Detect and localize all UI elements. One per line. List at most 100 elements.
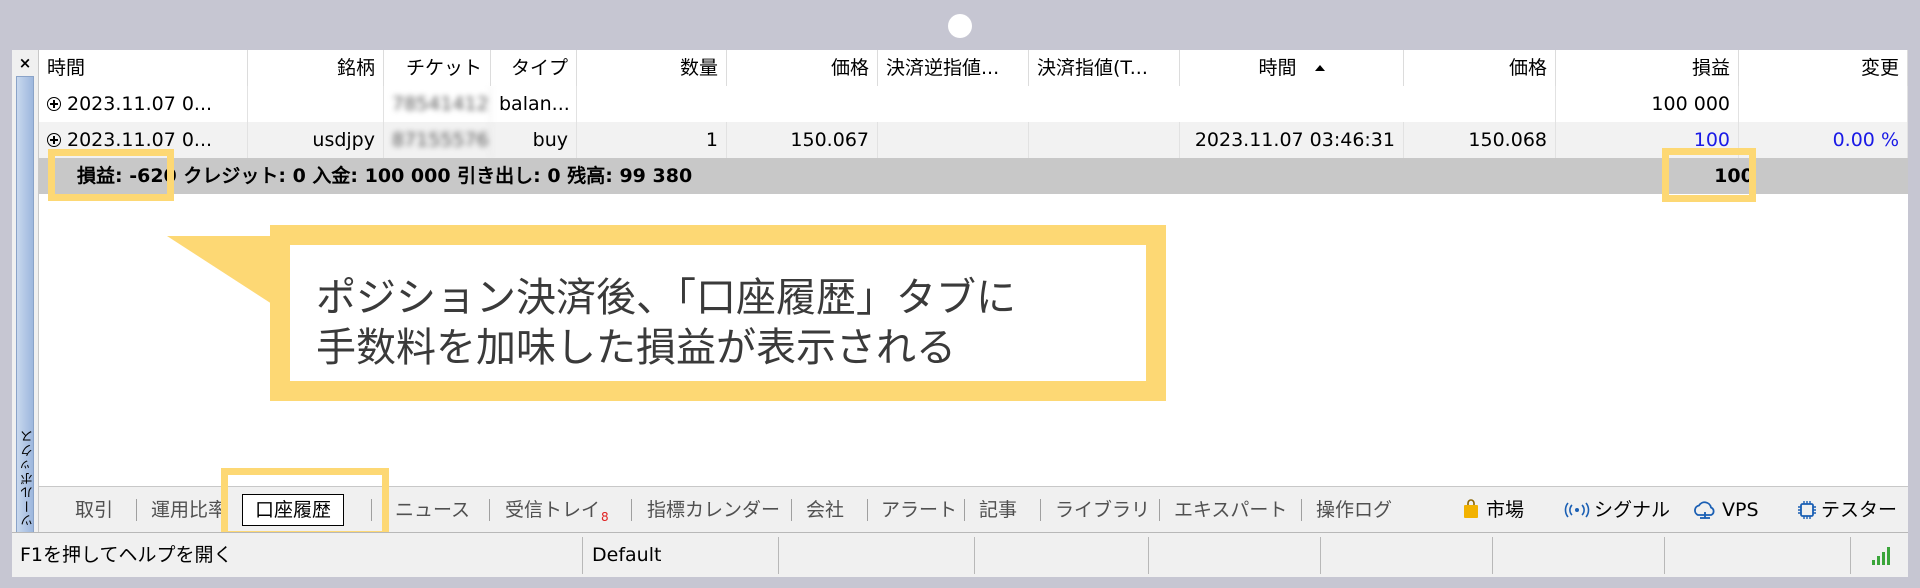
tab-library[interactable]: ライブラリ: [1055, 495, 1150, 525]
highlight-profit-box: [48, 149, 174, 201]
tab-calendar[interactable]: 指標カレンダー: [647, 495, 780, 525]
toolbox-label: ツールボックス: [21, 429, 36, 527]
status-separator: [1320, 537, 1321, 574]
tab-mailbox[interactable]: 受信トレイ8: [505, 495, 609, 525]
tab-news[interactable]: ニュース: [395, 495, 470, 525]
cell-close-price: 150.068: [1404, 122, 1556, 158]
highlight-tab-box: [221, 468, 389, 538]
col-header-close-price[interactable]: 価格: [1404, 50, 1556, 86]
tool-tester[interactable]: テスター: [1797, 495, 1897, 525]
col-header-type[interactable]: タイプ: [491, 50, 577, 86]
tab-alerts[interactable]: アラート: [881, 495, 957, 525]
sort-ascending-icon: [1314, 65, 1325, 71]
cell-type: buy: [491, 122, 577, 158]
tool-tester-label: テスター: [1821, 499, 1898, 521]
cell-change: [1739, 86, 1908, 122]
status-separator: [1492, 537, 1493, 574]
highlight-total-box: [1662, 148, 1756, 202]
col-header-price[interactable]: 価格: [727, 50, 878, 86]
status-separator: [1664, 537, 1665, 574]
status-separator: [1850, 537, 1851, 574]
toolbox-handle[interactable]: ツールボックス: [16, 76, 36, 534]
cell-volume: [577, 86, 727, 122]
col-header-ticket[interactable]: チケット: [384, 50, 491, 86]
cell-symbol: [248, 86, 384, 122]
table-row[interactable]: 2023.11.07 0... 78541412 balan... 100 00…: [39, 86, 1908, 122]
cell-price: [727, 86, 878, 122]
cell-profit: 100 000: [1556, 86, 1739, 122]
table-row[interactable]: 2023.11.07 0... usdjpy 87155576 buy 1 15…: [39, 122, 1908, 158]
tool-signals[interactable]: シグナル: [1564, 495, 1670, 525]
status-separator: [582, 537, 583, 574]
status-separator: [1148, 537, 1149, 574]
status-separator: [778, 537, 779, 574]
tab-separator: [791, 499, 792, 521]
mailbox-count-badge: 8: [601, 510, 609, 524]
tab-separator: [964, 499, 965, 521]
cell-close-time: [1180, 86, 1404, 122]
callout-text: ポジション決済後、「口座履歴」タブに 手数料を加味した損益が表示される: [316, 273, 1016, 373]
tool-vps-label: VPS: [1722, 499, 1759, 521]
tool-market[interactable]: 市場: [1462, 495, 1524, 525]
status-separator: [974, 537, 975, 574]
col-header-change[interactable]: 変更: [1739, 50, 1908, 86]
expand-plus-icon[interactable]: [47, 97, 61, 111]
col-header-close-time[interactable]: 時間: [1180, 50, 1404, 86]
terminal-window: × ツールボックス 時間 銘柄 チケット タイプ 数量 価格 決済逆指値... …: [12, 50, 1908, 577]
tab-journal[interactable]: 操作ログ: [1316, 495, 1392, 525]
col-header-profit[interactable]: 損益: [1556, 50, 1739, 86]
cell-take-profit: [1029, 122, 1180, 158]
cell-ticket: 87155576: [384, 122, 491, 158]
tool-market-label: 市場: [1486, 499, 1525, 521]
callout-line-1: ポジション決済後、「口座履歴」タブに: [316, 275, 1016, 321]
connection-signal-icon: [1872, 545, 1894, 565]
callout-inner: ポジション決済後、「口座履歴」タブに 手数料を加味した損益が表示される: [290, 245, 1146, 381]
shopping-bag-icon: [1464, 499, 1478, 518]
tab-separator: [1301, 499, 1302, 521]
expand-minus-icon[interactable]: [47, 133, 61, 147]
cell-time-text: 2023.11.07 0...: [67, 93, 213, 115]
cell-stop-loss: [878, 122, 1029, 158]
callout-pointer: [167, 236, 272, 304]
tool-vps[interactable]: VPS: [1692, 495, 1759, 525]
status-help-text: F1を押してヘルプを開く: [20, 544, 233, 566]
tab-separator: [631, 499, 632, 521]
tool-signals-label: シグナル: [1594, 499, 1671, 521]
tab-trade[interactable]: 取引: [75, 495, 113, 525]
cell-change: 0.00 %: [1739, 122, 1908, 158]
callout-line-2: 手数料を加味した損益が表示される: [316, 325, 956, 371]
table-header: 時間 銘柄 チケット タイプ 数量 価格 決済逆指値... 決済指値(T... …: [39, 50, 1908, 87]
camera-dot: [948, 14, 972, 38]
cell-close-time: 2023.11.07 03:46:31: [1180, 122, 1404, 158]
cell-price: 150.067: [727, 122, 878, 158]
tab-separator: [136, 499, 137, 521]
status-bar: F1を押してヘルプを開く Default: [12, 532, 1908, 577]
cell-volume: 1: [577, 122, 727, 158]
tab-separator: [1159, 499, 1160, 521]
tab-exposure[interactable]: 運用比率: [151, 495, 227, 525]
cell-take-profit: [1029, 86, 1180, 122]
col-header-time[interactable]: 時間: [39, 50, 248, 86]
cell-type: balan...: [491, 86, 577, 122]
cell-ticket: 78541412: [384, 86, 491, 122]
toolbox-strip: × ツールボックス: [12, 50, 39, 534]
callout-box: ポジション決済後、「口座履歴」タブに 手数料を加味した損益が表示される: [270, 225, 1166, 401]
tab-separator: [1040, 499, 1041, 521]
col-header-symbol[interactable]: 銘柄: [248, 50, 384, 86]
tab-company[interactable]: 会社: [806, 495, 844, 525]
status-profile[interactable]: Default: [584, 533, 774, 577]
close-icon[interactable]: ×: [12, 54, 38, 72]
cell-stop-loss: [878, 86, 1029, 122]
signal-waves-icon: [1564, 502, 1590, 518]
summary-row: 損益: -620 クレジット: 0 入金: 100 000 引き出し: 0 残高…: [39, 158, 1908, 194]
tab-articles[interactable]: 記事: [979, 495, 1017, 525]
col-header-volume[interactable]: 数量: [577, 50, 727, 86]
cell-close-price: [1404, 86, 1556, 122]
col-header-stop-loss[interactable]: 決済逆指値...: [878, 50, 1029, 86]
tab-separator: [867, 499, 868, 521]
tab-mailbox-label: 受信トレイ: [505, 499, 601, 521]
cell-time-text: 2023.11.07 0...: [67, 129, 213, 151]
col-header-take-profit[interactable]: 決済指値(T...: [1029, 50, 1180, 86]
chip-icon: [1798, 501, 1816, 519]
tab-experts[interactable]: エキスパート: [1174, 495, 1287, 525]
